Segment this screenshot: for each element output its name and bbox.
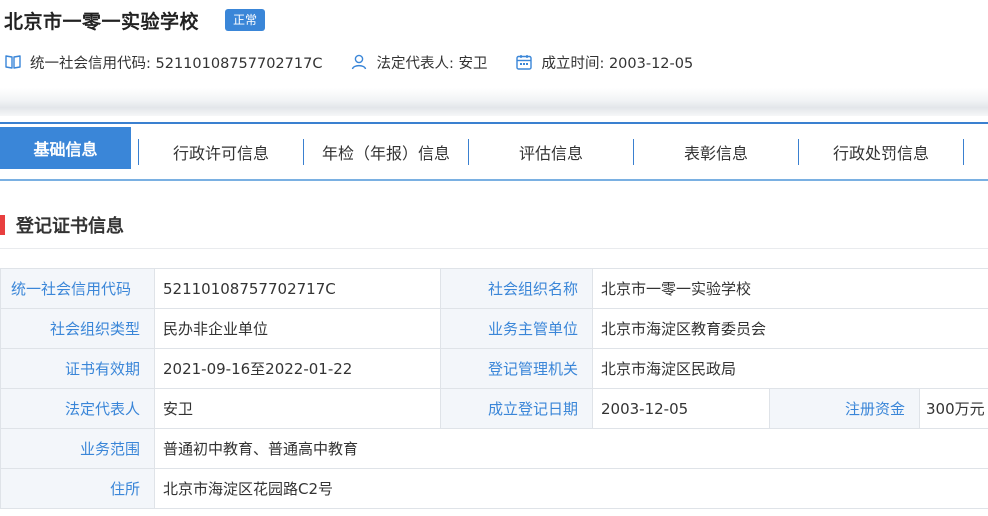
- meta-legal-rep-text: 法定代表人: 安卫: [376, 55, 488, 72]
- meta-credit-code-text: 统一社会信用代码: 52110108757702717C: [30, 55, 323, 72]
- section-header: 登记证书信息: [0, 212, 124, 238]
- table-row: 社会组织类型 民办非企业单位 业务主管单位 北京市海淀区教育委员会: [0, 308, 988, 349]
- supervisor-label: 业务主管单位: [440, 308, 593, 349]
- legal-rep-label: 法定代表人: [0, 388, 155, 429]
- tab-basic-info[interactable]: 基础信息: [0, 126, 131, 169]
- table-row: 住所 北京市海淀区花园路C2号: [0, 468, 988, 509]
- meta-established: 成立时间: 2003-12-05: [515, 52, 693, 73]
- tab-evaluation[interactable]: 评估信息: [469, 124, 633, 179]
- page-title: 北京市一零一实验学校: [4, 10, 200, 33]
- certificate-table: 统一社会信用代码 52110108757702717C 社会组织名称 北京市一零…: [0, 268, 988, 509]
- table-row: 统一社会信用代码 52110108757702717C 社会组织名称 北京市一零…: [0, 268, 988, 309]
- table-row: 业务范围 普通初中教育、普通高中教育: [0, 428, 988, 469]
- legal-rep-value: 安卫: [154, 388, 441, 429]
- title-row: 北京市一零一实验学校 正常: [4, 6, 266, 34]
- calendar-icon: [516, 55, 533, 70]
- reg-date-value: 2003-12-05: [592, 388, 770, 429]
- section-title: 登记证书信息: [16, 216, 124, 237]
- user-icon: [352, 54, 367, 70]
- meta-legal-rep: 法定代表人: 安卫: [350, 52, 487, 73]
- tab-admin-penalty[interactable]: 行政处罚信息: [799, 124, 963, 179]
- table-row: 法定代表人 安卫 成立登记日期 2003-12-05 注册资金 300万元: [0, 388, 988, 429]
- tab-bar: 基础信息 行政许可信息 年检（年报）信息 评估信息 表彰信息 行政处罚信息: [0, 122, 988, 181]
- capital-value: 300万元: [919, 388, 988, 429]
- tab-separator: [963, 138, 964, 165]
- org-name-value: 北京市一零一实验学校: [592, 268, 988, 309]
- validity-value: 2021-09-16至2022-01-22: [154, 348, 441, 389]
- org-type-label: 社会组织类型: [0, 308, 155, 349]
- capital-label: 注册资金: [769, 388, 920, 429]
- meta-established-text: 成立时间: 2003-12-05: [541, 55, 694, 72]
- registrar-label: 登记管理机关: [440, 348, 593, 389]
- tab-annual-report[interactable]: 年检（年报）信息: [304, 124, 468, 179]
- scope-label: 业务范围: [0, 428, 155, 469]
- credit-code-label: 统一社会信用代码: [0, 268, 155, 309]
- validity-label: 证书有效期: [0, 348, 155, 389]
- status-badge: 正常: [225, 9, 266, 31]
- org-type-value: 民办非企业单位: [154, 308, 441, 349]
- meta-credit-code: 统一社会信用代码: 52110108757702717C: [4, 52, 322, 73]
- credit-code-value: 52110108757702717C: [154, 268, 441, 309]
- scope-value: 普通初中教育、普通高中教育: [154, 428, 988, 469]
- address-value: 北京市海淀区花园路C2号: [154, 468, 988, 509]
- supervisor-value: 北京市海淀区教育委员会: [592, 308, 988, 349]
- header-divider: [0, 88, 988, 116]
- book-icon: [5, 55, 21, 69]
- section-marker: [0, 215, 5, 235]
- tab-commendation[interactable]: 表彰信息: [634, 124, 798, 179]
- registrar-value: 北京市海淀区民政局: [592, 348, 988, 389]
- address-label: 住所: [0, 468, 155, 509]
- org-name-label: 社会组织名称: [440, 268, 593, 309]
- meta-row: 统一社会信用代码: 52110108757702717C 法定代表人: 安卫 成…: [4, 50, 721, 74]
- reg-date-label: 成立登记日期: [440, 388, 593, 429]
- section-divider: [0, 248, 988, 249]
- table-row: 证书有效期 2021-09-16至2022-01-22 登记管理机关 北京市海淀…: [0, 348, 988, 389]
- tab-admin-license[interactable]: 行政许可信息: [139, 124, 303, 179]
